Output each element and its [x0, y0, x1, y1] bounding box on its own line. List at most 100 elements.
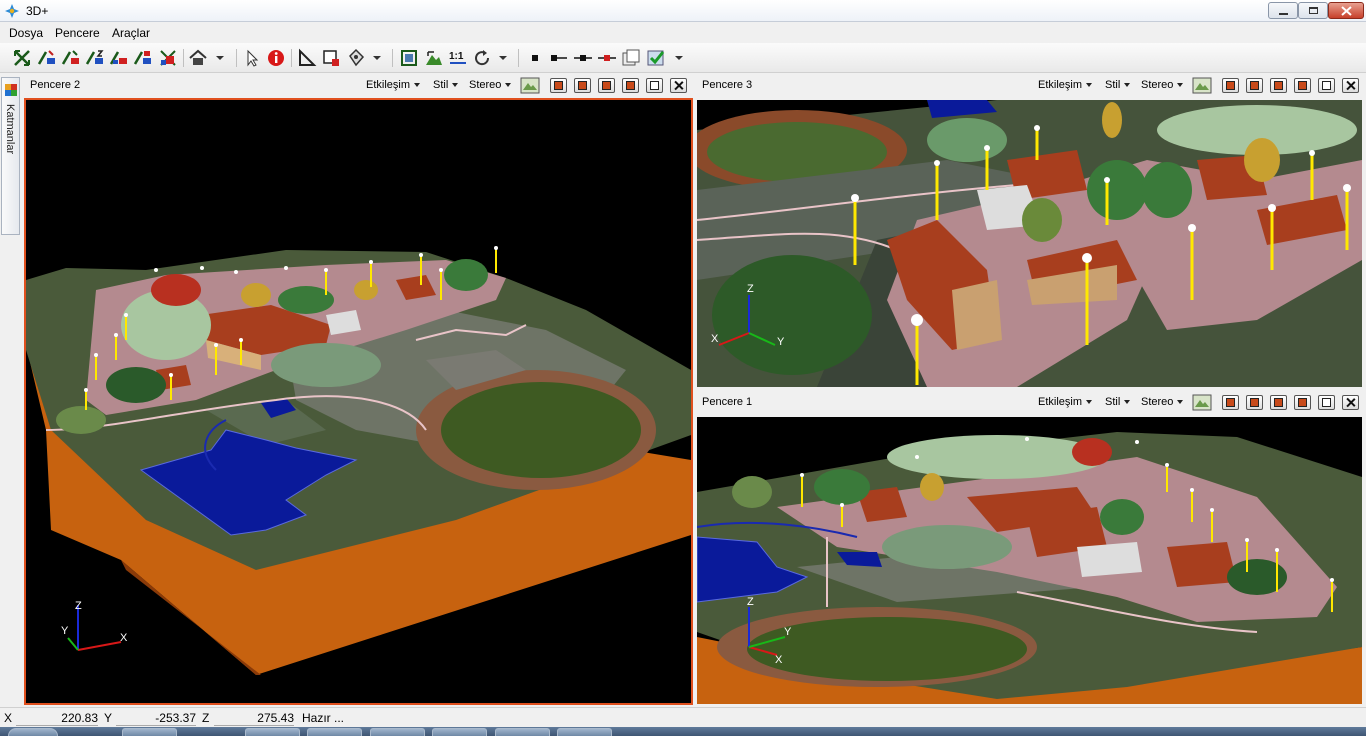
taskbar-item[interactable]	[370, 728, 425, 736]
panel-2-layout-1-button[interactable]	[550, 78, 567, 93]
panel-3-layout-3-button[interactable]	[1270, 78, 1287, 93]
panel-1-layout-2-button[interactable]	[1246, 395, 1263, 410]
zoom-x-icon[interactable]	[37, 48, 57, 68]
panel-1-minimize-button[interactable]	[1294, 395, 1311, 410]
minimize-button[interactable]	[1268, 2, 1298, 19]
panel-3-layout-2-button[interactable]	[1246, 78, 1263, 93]
panel-2-layout-3-button[interactable]	[598, 78, 615, 93]
rotate-icon[interactable]	[472, 48, 492, 68]
zoom-xy-icon[interactable]	[109, 48, 129, 68]
panel-2-interaction-menu[interactable]: Etkileşim	[366, 79, 420, 91]
viewport-pencere-1[interactable]: Z X Y	[697, 417, 1362, 704]
menu-window[interactable]: Pencere	[55, 26, 100, 40]
select-area-icon[interactable]	[321, 48, 341, 68]
taskbar-item[interactable]	[432, 728, 487, 736]
taskbar-item[interactable]	[557, 728, 612, 736]
line-icon[interactable]	[549, 48, 569, 68]
panel-2-style-menu[interactable]: Stil	[433, 79, 458, 91]
window-icon[interactable]	[621, 48, 641, 68]
viewport-pencere-2[interactable]: Z X Y	[24, 98, 693, 705]
zoom-y-icon[interactable]	[61, 48, 81, 68]
panel-1-close-button[interactable]	[1342, 395, 1359, 410]
window-title: 3D+	[26, 4, 49, 18]
panel-3-close-button[interactable]	[1342, 78, 1359, 93]
panel-3-stereo-menu[interactable]: Stereo	[1141, 79, 1183, 91]
panel-3-title: Pencere 3	[702, 79, 753, 91]
home-dropdown-icon[interactable]	[216, 56, 224, 60]
taskbar-item[interactable]	[495, 728, 550, 736]
status-y-value: -253.37	[116, 711, 196, 726]
point-icon[interactable]	[525, 48, 545, 68]
viewport-pencere-3[interactable]: Z X Y	[697, 100, 1362, 387]
status-x-value: 220.83	[16, 711, 98, 726]
axis-y-label: Y	[61, 625, 69, 637]
measure-icon[interactable]	[297, 48, 317, 68]
axis-x-label: X	[775, 654, 783, 666]
panel-1-layout-3-button[interactable]	[1270, 395, 1287, 410]
scale-1-1-icon[interactable]: 1:1	[448, 48, 468, 68]
start-button[interactable]	[8, 728, 58, 736]
close-button[interactable]	[1328, 2, 1364, 19]
layers-icon	[5, 84, 17, 96]
style-icon[interactable]	[346, 48, 366, 68]
zoom-extents-icon[interactable]	[12, 48, 32, 68]
rotate-dropdown-icon[interactable]	[499, 56, 507, 60]
taskbar-item[interactable]	[245, 728, 300, 736]
fit-icon[interactable]	[399, 48, 419, 68]
menu-bar: Dosya Pencere Araçlar	[0, 22, 1366, 43]
style-dropdown-icon[interactable]	[373, 56, 381, 60]
status-y-label: Y	[104, 711, 113, 725]
axis-y-label: Y	[777, 336, 785, 348]
panel-1-interaction-menu[interactable]: Etkileşim	[1038, 396, 1092, 408]
panel-3-map-icon[interactable]	[1192, 77, 1212, 94]
panel-2-stereo-menu[interactable]: Stereo	[469, 79, 511, 91]
scene-3d-view: Z X Y	[26, 246, 691, 675]
panel-2-header: Pencere 2 Etkileşim Stil Stereo	[24, 74, 692, 98]
home-icon[interactable]	[188, 48, 208, 68]
panel-1-maximize-button[interactable]	[1318, 395, 1335, 410]
panel-3-layout-1-button[interactable]	[1222, 78, 1239, 93]
app-logo-icon	[5, 4, 19, 18]
panel-3-minimize-button[interactable]	[1294, 78, 1311, 93]
link-icon[interactable]	[573, 48, 593, 68]
restore-button[interactable]	[1298, 2, 1328, 19]
zoom-z-icon[interactable]	[85, 48, 105, 68]
layers-tab[interactable]: Katmanlar	[1, 77, 20, 235]
terrain-icon[interactable]	[424, 48, 444, 68]
axis-x-label: X	[120, 632, 128, 644]
panel-1-stereo-menu[interactable]: Stereo	[1141, 396, 1183, 408]
axis-y-label: Y	[784, 626, 792, 638]
panel-2-close-button[interactable]	[670, 78, 687, 93]
status-bar: X 220.83 Y -253.37 Z 275.43 Hazır ...	[0, 707, 1366, 727]
panel-3-maximize-button[interactable]	[1318, 78, 1335, 93]
title-bar: 3D+	[0, 0, 1366, 22]
os-taskbar	[0, 727, 1366, 736]
scene-3d-view: Z X Y	[697, 432, 1362, 704]
panel-1-map-icon[interactable]	[1192, 394, 1212, 411]
unlink-icon[interactable]	[597, 48, 617, 68]
layers-tab-label: Katmanlar	[4, 104, 16, 155]
status-z-value: 275.43	[214, 711, 294, 726]
main-toolbar: 1:1	[0, 43, 1366, 73]
menu-tools[interactable]: Araçlar	[112, 26, 150, 40]
taskbar-item[interactable]	[122, 728, 177, 736]
zoom-layer-icon[interactable]	[133, 48, 153, 68]
panel-2-maximize-button[interactable]	[646, 78, 663, 93]
info-icon[interactable]	[266, 48, 286, 68]
menu-file[interactable]: Dosya	[9, 26, 43, 40]
close-icon	[1341, 6, 1352, 16]
panel-2-map-icon[interactable]	[520, 77, 540, 94]
pointer-icon[interactable]	[242, 48, 262, 68]
panel-3-interaction-menu[interactable]: Etkileşim	[1038, 79, 1092, 91]
check-icon[interactable]	[646, 48, 666, 68]
tree-cluster	[712, 255, 872, 375]
check-dropdown-icon[interactable]	[675, 56, 683, 60]
panel-2-minimize-button[interactable]	[622, 78, 639, 93]
zoom-all-icon[interactable]	[158, 48, 178, 68]
taskbar-item[interactable]	[307, 728, 362, 736]
panel-2-layout-2-button[interactable]	[574, 78, 591, 93]
panel-1-style-menu[interactable]: Stil	[1105, 396, 1130, 408]
panel-1-title: Pencere 1	[702, 396, 753, 408]
panel-1-layout-1-button[interactable]	[1222, 395, 1239, 410]
panel-3-style-menu[interactable]: Stil	[1105, 79, 1130, 91]
